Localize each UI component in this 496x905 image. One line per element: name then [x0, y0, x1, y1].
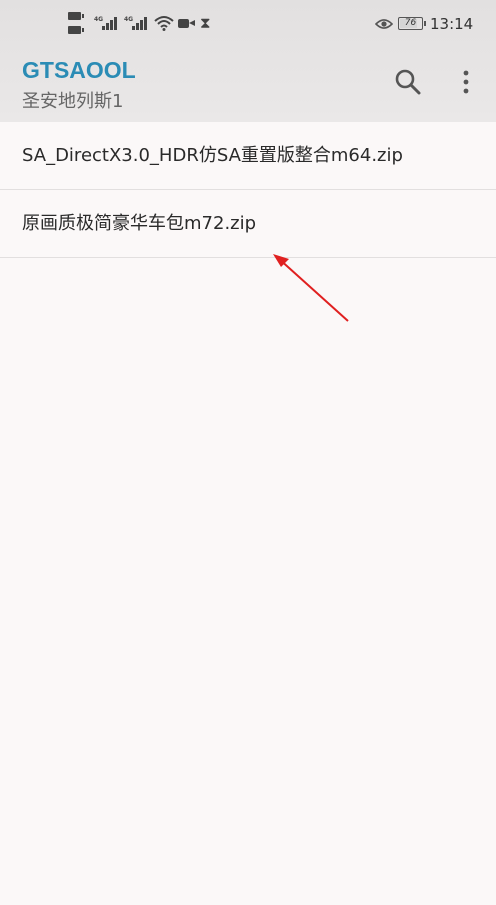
signal-icon: 4G	[94, 16, 120, 30]
file-item[interactable]: SA_DirectX3.0_HDR仿SA重置版整合m64.zip	[0, 122, 496, 190]
camera-icon	[178, 18, 195, 28]
file-list: SA_DirectX3.0_HDR仿SA重置版整合m64.zip 原画质极简豪华…	[0, 122, 496, 258]
file-name: 原画质极简豪华车包m72.zip	[22, 213, 257, 234]
wifi-icon	[154, 16, 174, 31]
signal-generation-label: 4G	[94, 16, 104, 23]
signal-generation-label: 4G	[124, 16, 134, 23]
eye-icon	[375, 19, 393, 29]
search-icon[interactable]	[392, 66, 424, 98]
clock: 13:14	[430, 15, 474, 33]
folder-subtitle: 圣安地列斯1	[22, 91, 124, 112]
file-item[interactable]: 原画质极简豪华车包m72.zip	[0, 190, 496, 258]
sim-icon	[68, 12, 86, 38]
battery-level: 76	[404, 18, 417, 28]
signal-icon: 4G	[124, 16, 150, 30]
app-title: GTSAOOL	[22, 57, 136, 83]
status-bar: 4G 4G ⧗ 76 13:14	[0, 0, 496, 48]
battery-icon: 76	[398, 17, 426, 30]
red-arrow-icon	[273, 254, 349, 322]
more-vert-icon[interactable]	[456, 66, 476, 98]
top-header: 4G 4G ⧗ 76 13:14 GTSAOOL 圣安地列斯1	[0, 0, 496, 122]
file-name: SA_DirectX3.0_HDR仿SA重置版整合m64.zip	[22, 145, 403, 166]
hourglass-icon: ⧗	[200, 14, 211, 32]
